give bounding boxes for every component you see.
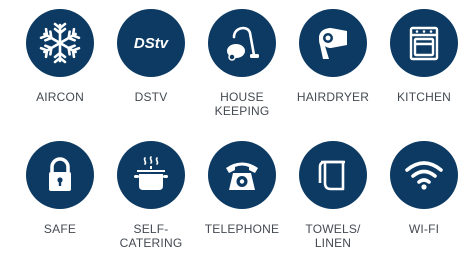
amenity-label: HOUSE KEEPING [214, 90, 270, 118]
hairdryer-icon [299, 9, 367, 77]
amenities-grid: AIRCON DStv DSTV HOUSE KEEPING HAIRDRYER… [0, 0, 475, 254]
telephone-icon [208, 141, 276, 209]
amenity-telephone: TELEPHONE [196, 141, 288, 236]
amenity-label: HAIRDRYER [296, 90, 370, 104]
vacuum-cleaner-icon [208, 9, 276, 77]
dstv-logo-icon: DStv [117, 9, 185, 77]
dstv-logo-text: DStv [134, 35, 170, 52]
amenity-aircon: AIRCON [14, 9, 106, 104]
amenity-label: KITCHEN [396, 90, 452, 104]
snowflake-icon [26, 9, 94, 77]
amenity-safe: SAFE [14, 141, 106, 236]
amenity-dstv: DStv DSTV [105, 9, 197, 104]
stove-icon [390, 9, 458, 77]
amenity-kitchen: KITCHEN [378, 9, 470, 104]
amenity-self-catering: SELF- CATERING [105, 141, 197, 250]
amenity-wifi: WI-FI [378, 141, 470, 236]
amenity-towels-linen: TOWELS/ LINEN [287, 141, 379, 250]
amenity-label: SAFE [43, 222, 77, 236]
amenity-housekeeping: HOUSE KEEPING [196, 9, 288, 118]
amenity-label: TOWELS/ LINEN [305, 222, 361, 250]
amenity-label: SELF- CATERING [119, 222, 183, 250]
towel-icon [299, 141, 367, 209]
amenity-label: AIRCON [36, 90, 84, 104]
padlock-icon [26, 141, 94, 209]
amenity-label: DSTV [134, 90, 168, 104]
wifi-icon [390, 141, 458, 209]
cooking-pot-icon [117, 141, 185, 209]
amenity-label: TELEPHONE [204, 222, 280, 236]
amenity-hairdryer: HAIRDRYER [287, 9, 379, 104]
amenity-label: WI-FI [408, 222, 440, 236]
